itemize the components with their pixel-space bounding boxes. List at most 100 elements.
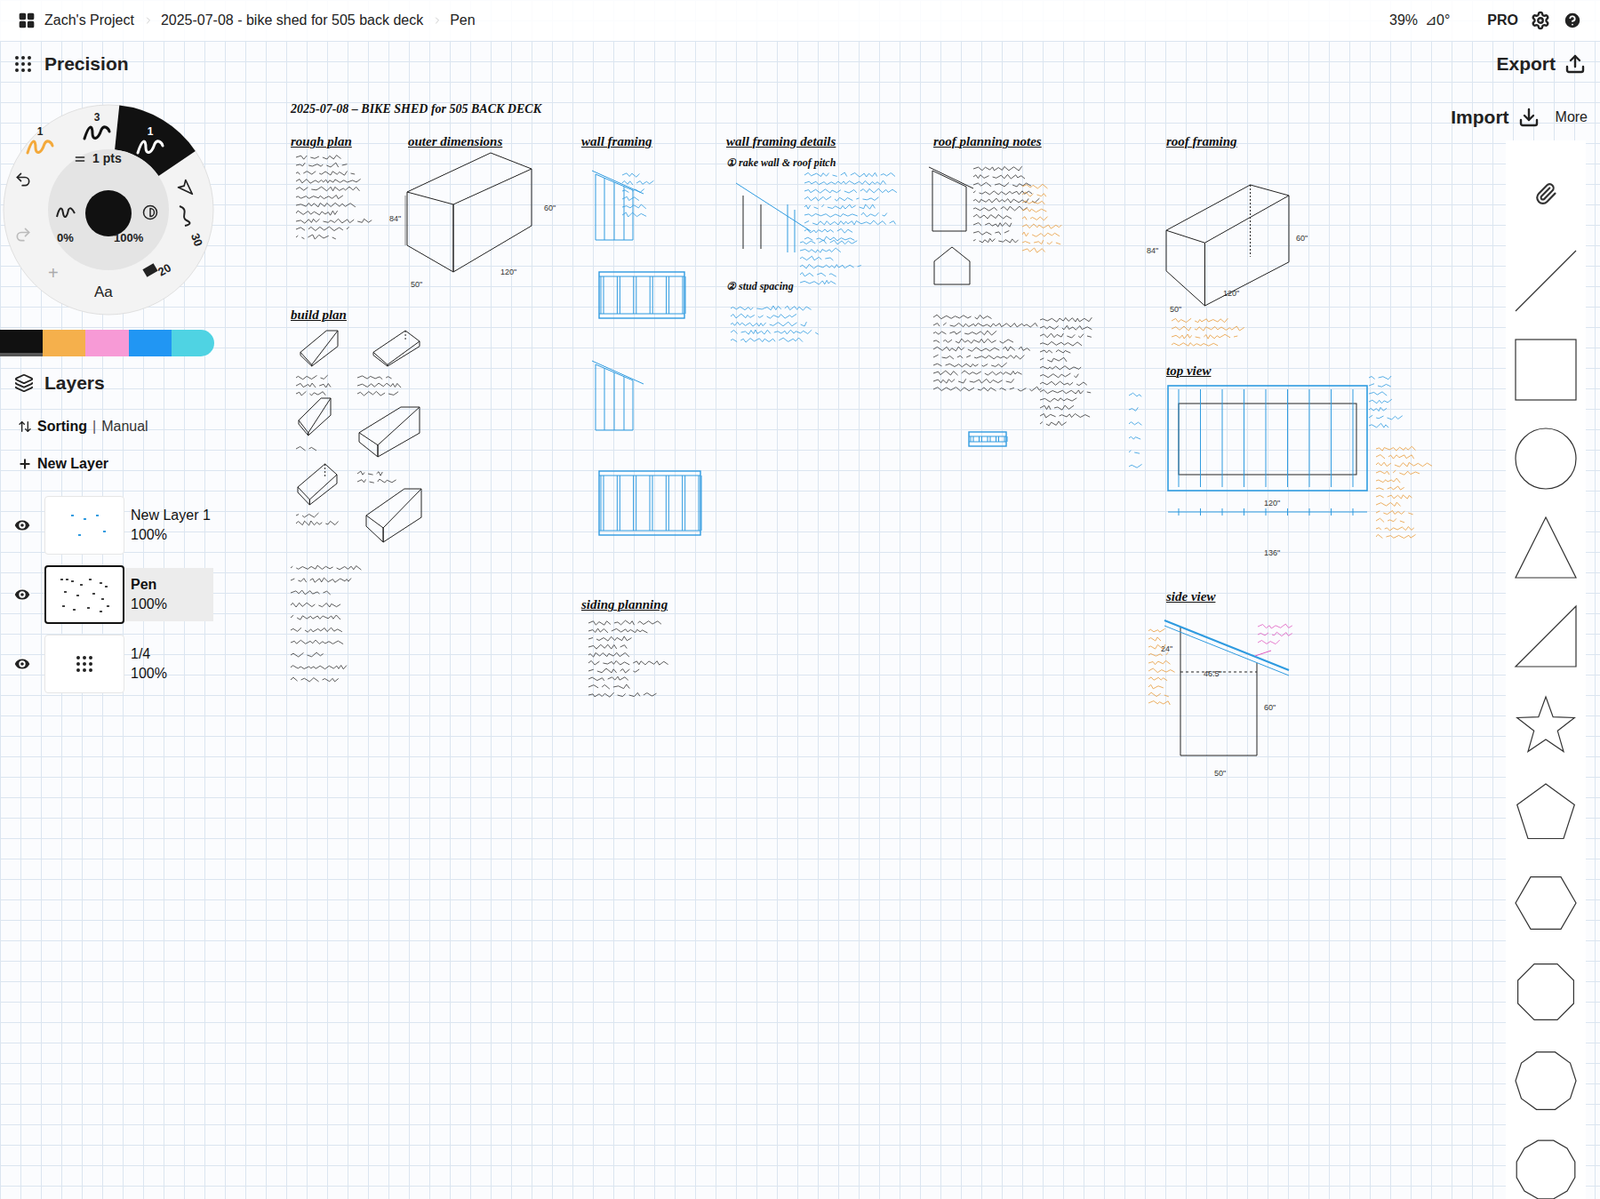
dimension-label: 46.5"	[1203, 668, 1223, 681]
dimension-label: 120"	[1223, 288, 1240, 301]
smoothing-icon	[55, 204, 77, 221]
smoothing-readout[interactable]: 100%	[113, 229, 144, 248]
opacity-readout[interactable]: 0%	[56, 229, 74, 248]
tool-wheel[interactable]: 1311 pts0%100%3020Aa+	[1, 103, 216, 317]
roof-notes-sketch	[928, 163, 983, 297]
angle-readout[interactable]: ⊿0°	[1424, 9, 1450, 32]
section-heading: build plan	[290, 304, 347, 326]
opacity-icon	[142, 204, 159, 221]
gallery-icon[interactable]	[17, 11, 36, 30]
zoom-readout[interactable]: 39%	[1389, 9, 1418, 32]
more-button[interactable]: More	[1555, 106, 1588, 128]
section-heading: roof planning notes	[933, 131, 1042, 152]
handwritten-note	[1148, 626, 1177, 712]
settings-icon[interactable]	[1530, 10, 1551, 31]
brush-slot[interactable]: 1	[24, 126, 56, 157]
layer-thumbnail[interactable]	[44, 634, 125, 694]
layers-header[interactable]: Layers	[0, 368, 223, 398]
paperclip-icon[interactable]	[1534, 181, 1558, 207]
octagon-shape-icon[interactable]	[1513, 960, 1578, 1024]
handwritten-note	[1171, 316, 1247, 354]
shed-outline-sketch	[401, 149, 537, 276]
color-swatch[interactable]	[85, 329, 128, 357]
left-panel: Precision1311 pts0%100%3020Aa+LayersSort…	[0, 44, 223, 695]
drawing-canvas[interactable]: 2025-07-08 – BIKE SHED for 505 BACK DECK…	[0, 0, 1600, 1199]
layer-row[interactable]: New Layer 1100%	[0, 495, 223, 556]
eraser-icon	[142, 263, 158, 278]
top-bar: Zach's Project 2025-07-08 - bike shed for…	[0, 0, 1600, 41]
square-shape-icon[interactable]	[1513, 337, 1578, 402]
plan-badge[interactable]: PRO	[1487, 9, 1519, 32]
handwritten-note	[296, 444, 327, 458]
brush-stroke-icon	[24, 136, 56, 157]
layer-thumbnail[interactable]	[44, 565, 125, 624]
breadcrumb[interactable]: 2025-07-08 - bike shed for 505 back deck	[143, 9, 424, 32]
menu-dots-icon	[12, 53, 34, 75]
hexagon-shape-icon[interactable]	[1513, 871, 1578, 936]
size-readout[interactable]: 1 pts	[72, 149, 122, 168]
layer-list: New Layer 1100% Pen100% 1/4100%	[0, 495, 223, 695]
shape-column	[1505, 140, 1586, 1199]
layer-thumbnail[interactable]	[44, 496, 125, 555]
handwritten-note	[1368, 373, 1408, 435]
breadcrumb[interactable]: Pen	[432, 9, 475, 32]
framing-sketch	[967, 430, 1008, 448]
color-swatch[interactable]	[0, 329, 43, 357]
app: 2025-07-08 – BIKE SHED for 505 BACK DECK…	[0, 0, 1600, 1199]
handwritten-note	[804, 170, 902, 248]
redo-icon[interactable]	[14, 225, 32, 244]
cursor-icon[interactable]	[176, 177, 194, 196]
sorting-row[interactable]: Sorting|Manual	[0, 413, 223, 440]
color-swatch[interactable]	[171, 329, 215, 357]
handwritten-note	[588, 618, 674, 704]
section-heading: wall framing details	[726, 131, 836, 152]
triangle-shape-icon[interactable]	[1513, 515, 1578, 580]
star-shape-icon[interactable]	[1513, 693, 1578, 758]
dimension-label: 50"	[1214, 768, 1226, 781]
layer-row[interactable]: Pen100%	[0, 564, 223, 625]
handwritten-note	[357, 373, 404, 403]
handwritten-note	[296, 152, 378, 247]
layer-row[interactable]: 1/4100%	[0, 633, 223, 695]
visibility-icon[interactable]	[12, 584, 32, 605]
right-triangle-shape-icon[interactable]	[1513, 604, 1578, 669]
chevron-icon	[143, 15, 154, 26]
box-sketch	[296, 396, 333, 438]
size-preset[interactable]: 20	[144, 261, 171, 280]
brush-slot[interactable]: 1	[135, 126, 166, 157]
help-icon[interactable]	[1562, 10, 1583, 31]
section-heading: wall framing	[581, 131, 653, 152]
decagon-shape-icon[interactable]	[1513, 1048, 1578, 1113]
visibility-icon[interactable]	[12, 654, 32, 674]
dodecagon-shape-icon[interactable]	[1513, 1137, 1578, 1199]
new-layer-button[interactable]: New Layer	[0, 450, 223, 478]
grid-icon	[73, 653, 96, 675]
color-swatch[interactable]	[42, 329, 86, 357]
layers-icon	[14, 373, 34, 393]
pentagon-shape-icon[interactable]	[1513, 782, 1578, 847]
text-tool[interactable]: Aa	[94, 280, 113, 304]
import-button[interactable]: Import	[1450, 103, 1539, 132]
line-shape-icon[interactable]	[1513, 248, 1578, 313]
export-button[interactable]: Export	[1496, 44, 1600, 84]
handwritten-note	[1022, 182, 1069, 260]
detail-sketch	[734, 177, 815, 258]
box-sketch	[298, 328, 340, 368]
breadcrumb[interactable]: Zach's Project	[44, 9, 135, 32]
dimension-label: 120"	[1264, 497, 1280, 511]
circle-shape-icon[interactable]	[1513, 426, 1578, 491]
brush-slot[interactable]: 3	[81, 112, 112, 143]
plus-icon	[17, 456, 32, 472]
sub-heading: ② stud spacing	[726, 278, 794, 295]
precision-row[interactable]: Precision	[0, 44, 223, 84]
handwritten-note	[622, 170, 662, 224]
right-panel: Export Import More	[1368, 44, 1600, 1199]
color-swatch[interactable]	[128, 329, 172, 357]
box-sketch	[296, 462, 339, 507]
side-view-sketch	[1155, 608, 1316, 767]
add-tool[interactable]: +	[48, 259, 59, 287]
layer-preview-icon	[53, 573, 116, 616]
undo-icon[interactable]	[14, 170, 32, 189]
visibility-icon[interactable]	[12, 515, 32, 536]
preset-stroke-icon	[176, 204, 196, 228]
